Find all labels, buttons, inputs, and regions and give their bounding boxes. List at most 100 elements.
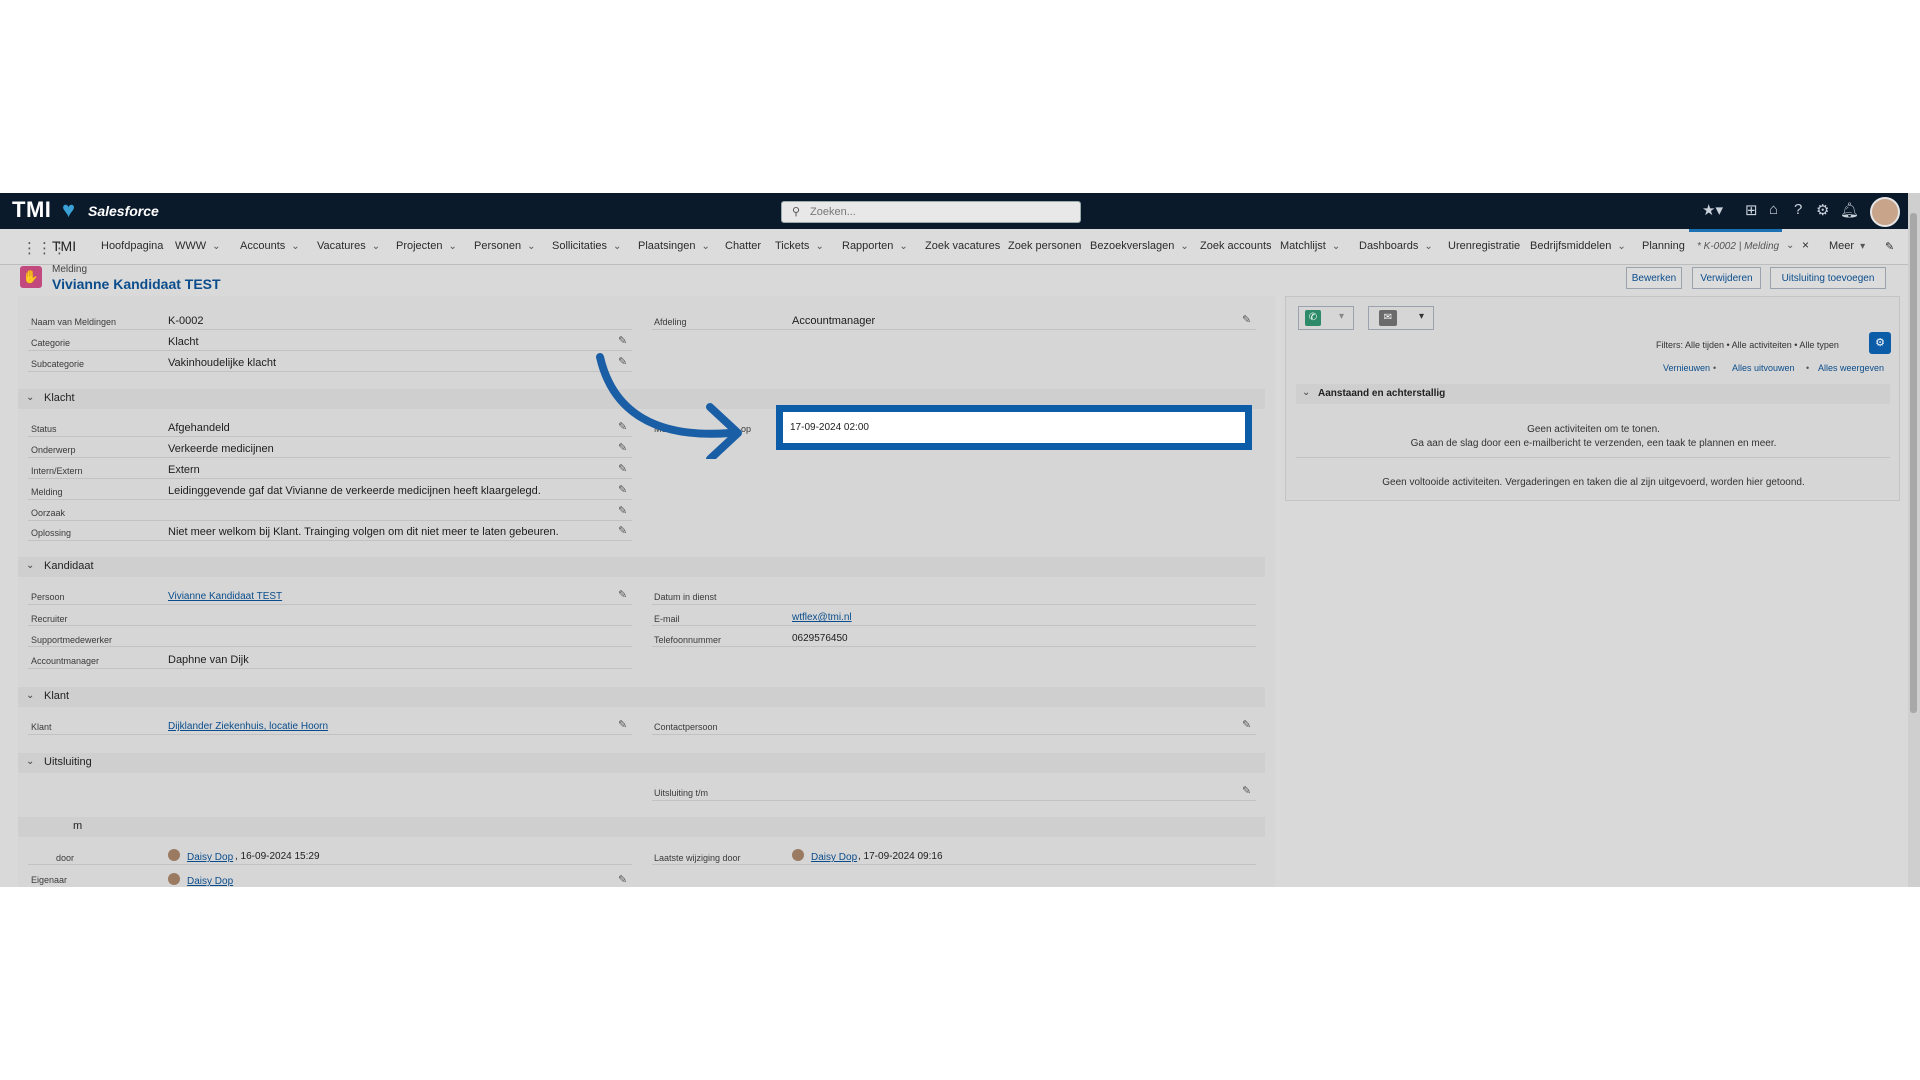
separator-dot: • xyxy=(1713,363,1717,373)
divider xyxy=(652,604,1256,605)
delete-button[interactable]: Verwijderen xyxy=(1692,267,1761,289)
gemaakt-door-date: , 16-09-2024 15:29 xyxy=(235,851,320,862)
section-uitsluiting[interactable]: ⌄ Uitsluiting xyxy=(18,753,1265,773)
chevron-down-icon: ⌄ xyxy=(371,241,381,252)
melding-op-date-field[interactable]: 17-09-2024 02:00 xyxy=(776,405,1252,450)
nav-item-zoek-vacatures[interactable]: Zoek vacatures xyxy=(925,240,1000,252)
nav-item-tickets[interactable]: Tickets ⌄ xyxy=(775,240,824,252)
nav-item-dashboards[interactable]: Dashboards ⌄ xyxy=(1359,240,1433,252)
edit-klant-icon[interactable]: ✎ xyxy=(618,718,627,731)
expand-all-link[interactable]: Alles uitvouwen xyxy=(1732,363,1795,373)
section-systeem[interactable]: m xyxy=(18,817,1265,837)
section-title: Klant xyxy=(44,690,70,702)
salesforce-logo: Salesforce xyxy=(88,203,159,219)
favorites-icon[interactable]: ★▾ xyxy=(1702,201,1723,219)
edit-melding-icon[interactable]: ✎ xyxy=(618,483,627,496)
log-call-button[interactable]: ✆ ▾ xyxy=(1298,306,1354,330)
upcoming-overdue-header[interactable]: ⌄ Aanstaand en achterstallig xyxy=(1296,384,1890,404)
nav-item-accounts[interactable]: Accounts ⌄ xyxy=(240,240,300,252)
scrollbar[interactable] xyxy=(1908,193,1920,887)
chevron-down-icon: ⌄ xyxy=(26,756,35,767)
field-value-afdeling: Accountmanager xyxy=(792,315,876,327)
section-kandidaat[interactable]: ⌄ Kandidaat xyxy=(18,557,1265,577)
close-tab-icon[interactable]: × xyxy=(1802,238,1809,252)
edit-contactpersoon-icon[interactable]: ✎ xyxy=(1242,718,1251,731)
filter-settings-icon[interactable]: ⚙ xyxy=(1869,332,1891,354)
nav-item-www[interactable]: WWW ⌄ xyxy=(175,240,221,252)
nav-item-hoofdpagina[interactable]: Hoofdpagina xyxy=(101,240,163,252)
no-activities-text: Geen activiteiten om te tonen. xyxy=(1527,424,1660,435)
nav-item-projecten[interactable]: Projecten ⌄ xyxy=(396,240,457,252)
email-button[interactable]: ✉ ▾ xyxy=(1368,306,1434,330)
add-icon[interactable]: ⊞ xyxy=(1745,201,1758,219)
scrollbar-thumb[interactable] xyxy=(1910,213,1917,713)
help-icon[interactable]: ? xyxy=(1794,201,1802,218)
field-label-categorie: Categorie xyxy=(31,338,71,348)
field-value-naam: K-0002 xyxy=(168,315,204,327)
melding-op-value: 17-09-2024 02:00 xyxy=(790,422,869,433)
field-value-telefoonnummer: 0629576450 xyxy=(792,633,848,644)
chevron-down-icon[interactable]: ⌄ xyxy=(1786,240,1794,251)
activity-filters: Filters: Alle tijden • Alle activiteiten… xyxy=(1656,340,1839,350)
chevron-down-icon: ▾ xyxy=(1419,311,1425,322)
edit-oorzaak-icon[interactable]: ✎ xyxy=(618,504,627,517)
add-exclusion-button[interactable]: Uitsluiting toevoegen xyxy=(1770,267,1886,289)
caret-down-icon: ▾ xyxy=(1860,241,1866,252)
chevron-down-icon: ⌄ xyxy=(1302,387,1311,398)
nav-item-personen[interactable]: Personen ⌄ xyxy=(474,240,535,252)
edit-afdeling-icon[interactable]: ✎ xyxy=(1242,313,1251,326)
field-label-datum-in-dienst: Datum in dienst xyxy=(654,592,717,602)
divider xyxy=(652,864,1256,865)
divider xyxy=(652,625,1256,626)
eigenaar-user-link[interactable]: Daisy Dop xyxy=(187,876,233,887)
edit-nav-icon[interactable]: ✎ xyxy=(1885,240,1894,253)
edit-uitsluiting-icon[interactable]: ✎ xyxy=(1242,784,1251,797)
laatste-wijziging-user-link[interactable]: Daisy Dop xyxy=(811,852,857,863)
divider xyxy=(652,800,1256,801)
bell-icon[interactable]: 🔔︎ xyxy=(1840,201,1859,219)
edit-categorie-icon[interactable]: ✎ xyxy=(618,334,627,347)
nav-item-planning[interactable]: Planning xyxy=(1642,240,1685,252)
nav-item-bedrijfsmiddelen[interactable]: Bedrijfsmiddelen ⌄ xyxy=(1530,240,1626,252)
app-navigation: ⋮⋮⋮ TMI Hoofdpagina WWW ⌄ Accounts ⌄ Vacat… xyxy=(0,229,1920,265)
edit-oplossing-icon[interactable]: ✎ xyxy=(618,524,627,537)
setup-assistant-icon[interactable]: ⌂ xyxy=(1769,201,1778,218)
edit-persoon-icon[interactable]: ✎ xyxy=(618,588,627,601)
nav-item-zoek-accounts[interactable]: Zoek accounts xyxy=(1200,240,1272,252)
search-input[interactable]: ⚲ Zoeken... xyxy=(781,201,1081,223)
upcoming-overdue-title: Aanstaand en achterstallig xyxy=(1318,388,1446,399)
edit-button[interactable]: Bewerken xyxy=(1626,267,1682,289)
field-label-accountmanager: Accountmanager xyxy=(31,656,100,666)
divider xyxy=(652,329,1256,330)
nav-item-chatter[interactable]: Chatter xyxy=(725,240,761,252)
gemaakt-door-user-link[interactable]: Daisy Dop xyxy=(187,852,233,863)
gear-icon[interactable]: ⚙ xyxy=(1816,201,1829,219)
nav-item-rapporten[interactable]: Rapporten ⌄ xyxy=(842,240,908,252)
chevron-down-icon: ⌄ xyxy=(1424,241,1433,252)
nav-more[interactable]: Meer ▾ xyxy=(1829,240,1865,252)
view-all-link[interactable]: Alles weergeven xyxy=(1818,363,1884,373)
user-avatar[interactable] xyxy=(1870,197,1900,227)
nav-item-bezoekverslagen[interactable]: Bezoekverslagen ⌄ xyxy=(1090,240,1189,252)
tab-record-k-0002[interactable]: * K-0002 | Melding ⌄ xyxy=(1689,229,1794,263)
persoon-link[interactable]: Vivianne Kandidaat TEST xyxy=(168,591,282,602)
nav-item-zoek-personen[interactable]: Zoek personen xyxy=(1008,240,1081,252)
field-label-contactpersoon: Contactpersoon xyxy=(654,722,718,732)
email-link[interactable]: wtflex@tmi.nl xyxy=(792,612,852,623)
nav-item-urenregistratie[interactable]: Urenregistratie xyxy=(1448,240,1520,252)
field-label-klant: Klant xyxy=(31,722,52,732)
nav-item-sollicitaties[interactable]: Sollicitaties ⌄ xyxy=(552,240,621,252)
separator-dot: • xyxy=(1806,363,1810,373)
field-label-intern-extern: Intern/Extern xyxy=(31,466,83,476)
edit-intern-extern-icon[interactable]: ✎ xyxy=(618,462,627,475)
divider xyxy=(28,436,632,437)
klant-link[interactable]: Dijklander Ziekenhuis, locatie Hoorn xyxy=(168,721,328,732)
section-title: Uitsluiting xyxy=(44,756,92,768)
section-klant[interactable]: ⌄ Klant xyxy=(18,687,1265,707)
change-owner-icon[interactable]: ✎ xyxy=(618,873,627,886)
nav-item-matchlijst[interactable]: Matchlijst ⌄ xyxy=(1280,240,1340,252)
nav-item-vacatures[interactable]: Vacatures ⌄ xyxy=(317,240,380,252)
field-label-onderwerp: Onderwerp xyxy=(31,445,76,455)
nav-item-plaatsingen[interactable]: Plaatsingen ⌄ xyxy=(638,240,710,252)
refresh-link[interactable]: Vernieuwen xyxy=(1663,363,1710,373)
